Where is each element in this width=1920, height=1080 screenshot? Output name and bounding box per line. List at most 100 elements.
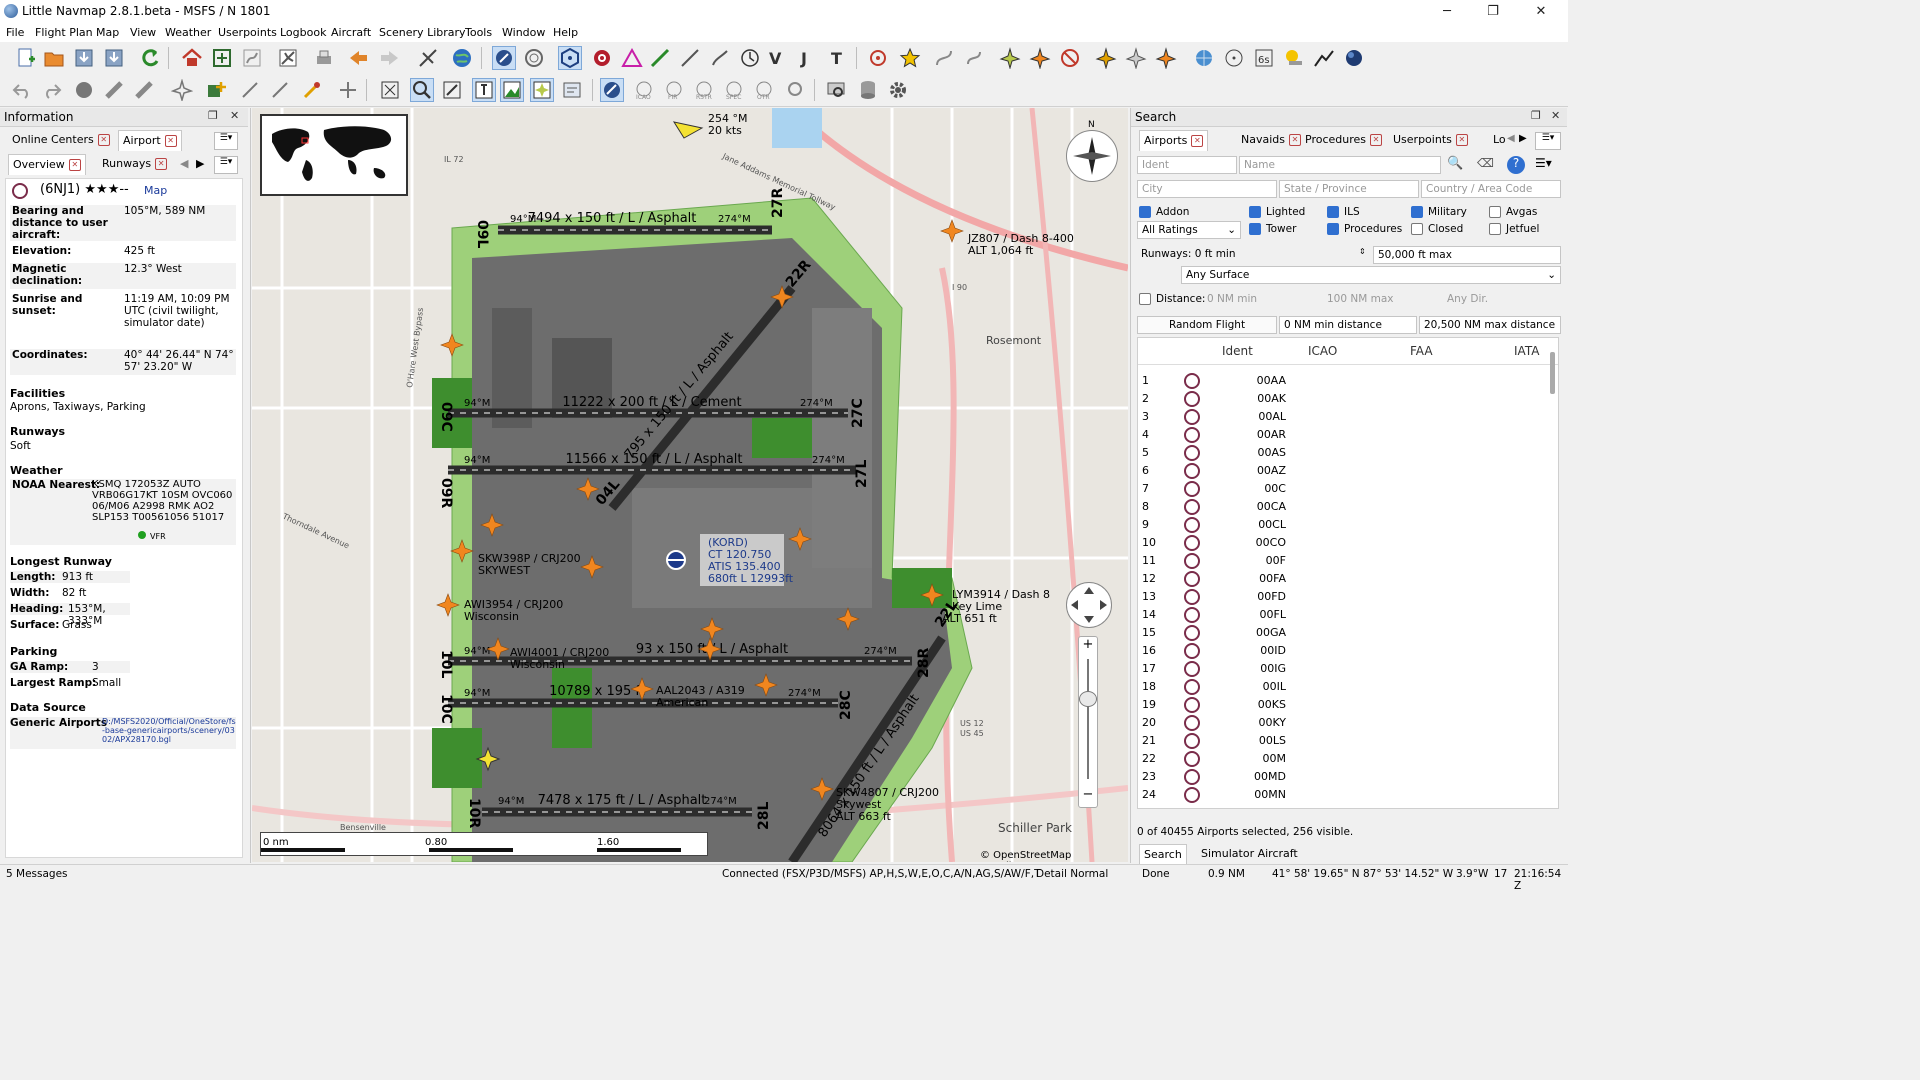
back-arrow-icon[interactable] <box>346 46 370 70</box>
menu-userpoints[interactable]: Userpoints <box>218 26 277 39</box>
online-network-icon[interactable] <box>600 78 624 102</box>
close-tab-icon[interactable]: ✕ <box>97 134 110 146</box>
print-icon[interactable] <box>312 46 336 70</box>
random-max-spinner[interactable]: 20,500 NM max distance <box>1419 316 1561 334</box>
map-view[interactable]: 7494 x 150 ft / L / Asphalt 11222 x 200 … <box>252 108 1128 862</box>
table-row[interactable]: 11 00F <box>1138 552 1558 570</box>
table-row[interactable]: 14 00FL <box>1138 606 1558 624</box>
float-dock-icon[interactable]: ❐ <box>1531 109 1541 122</box>
close-tab-icon[interactable]: ✕ <box>1370 134 1382 146</box>
menu-logbook[interactable]: Logbook <box>280 26 326 39</box>
tab-menu-icon[interactable]: ☰▾ <box>214 132 238 150</box>
j-airways-icon[interactable]: J <box>796 46 820 70</box>
surface-select[interactable]: Any Surface ⌄ <box>1181 266 1561 284</box>
table-row[interactable]: 17 00IG <box>1138 660 1558 678</box>
compass-rose-icon[interactable] <box>962 46 986 70</box>
close-tab-icon[interactable]: ✕ <box>155 158 168 170</box>
table-scrollbar[interactable] <box>1550 352 1555 394</box>
new-flightplan-icon[interactable] <box>14 46 38 70</box>
tab-runways[interactable]: Runways ✕ <box>98 154 171 174</box>
table-row[interactable]: 12 00FA <box>1138 570 1558 588</box>
user-aircraft-icon[interactable] <box>998 46 1022 70</box>
route-curve-icon[interactable] <box>932 46 956 70</box>
map-canvas[interactable]: 7494 x 150 ft / L / Asphalt 11222 x 200 … <box>252 108 1128 862</box>
info-window-icon[interactable] <box>560 78 584 102</box>
overview-map-inset[interactable] <box>260 114 408 196</box>
menu-map[interactable]: Map <box>96 26 119 39</box>
spec-icon[interactable]: SPEC <box>722 78 746 102</box>
ratings-select[interactable]: All Ratings ⌄ <box>1137 221 1241 239</box>
menu-tools[interactable]: Tools <box>465 26 492 39</box>
direction-select[interactable]: Any Dir. <box>1443 291 1561 309</box>
table-row[interactable]: 9 00CL <box>1138 516 1558 534</box>
closed-checkbox[interactable]: Closed <box>1411 223 1463 235</box>
menu-scenery-library[interactable]: Scenery Library <box>379 26 466 39</box>
grid-globe-icon[interactable] <box>1192 46 1216 70</box>
spinner-arrows-icon[interactable]: ⇕ <box>1359 247 1366 256</box>
close-tab-icon[interactable]: ✕ <box>68 159 81 171</box>
addon-checkbox[interactable]: Addon <box>1139 206 1189 218</box>
state-input[interactable]: State / Province <box>1279 180 1419 198</box>
open-folder-icon[interactable] <box>42 46 66 70</box>
close-tab-icon[interactable]: ✕ <box>1289 134 1301 146</box>
menu-view[interactable]: View <box>130 26 156 39</box>
ils-icon[interactable] <box>648 46 672 70</box>
aircraft-tool-icon[interactable] <box>170 78 194 102</box>
tower-checkbox[interactable]: Tower <box>1249 223 1296 235</box>
close-button[interactable]: ✕ <box>1518 2 1564 22</box>
tab-online-centers[interactable]: Online Centers ✕ <box>8 130 114 150</box>
route-icon[interactable] <box>240 46 264 70</box>
table-row[interactable]: 3 00AL <box>1138 408 1558 426</box>
table-row[interactable]: 4 00AR <box>1138 426 1558 444</box>
table-row[interactable]: 6 00AZ <box>1138 462 1558 480</box>
tab-search[interactable]: Search <box>1139 844 1187 865</box>
ship-icon[interactable] <box>1124 46 1148 70</box>
aircraft-center-icon[interactable] <box>276 46 300 70</box>
tab-navaids[interactable]: Navaids ✕ <box>1237 130 1305 150</box>
menu-icon[interactable]: ☰▾ <box>1535 156 1559 174</box>
table-row[interactable]: 22 00M <box>1138 750 1558 768</box>
airspace-icon[interactable] <box>866 46 890 70</box>
ident-input[interactable]: Ident <box>1137 156 1237 174</box>
reload-icon[interactable] <box>138 46 162 70</box>
menu-weather[interactable]: Weather <box>165 26 211 39</box>
menu-aircraft[interactable]: Aircraft <box>331 26 371 39</box>
scroll-right-icon[interactable]: ▶ <box>196 157 204 170</box>
online-aircraft-icon[interactable] <box>1154 46 1178 70</box>
table-row[interactable]: 7 00C <box>1138 480 1558 498</box>
table-row[interactable]: 18 00IL <box>1138 678 1558 696</box>
scroll-right-icon[interactable]: ▶ <box>1519 133 1527 144</box>
range-ring-icon[interactable] <box>1222 46 1246 70</box>
database-icon[interactable] <box>856 78 880 102</box>
close-tab-icon[interactable]: ✕ <box>1455 134 1468 146</box>
star-icon[interactable] <box>898 46 922 70</box>
route-tool-2-icon[interactable] <box>268 78 292 102</box>
lighted-checkbox[interactable]: Lighted <box>1249 206 1305 218</box>
ils-checkbox[interactable]: ILS <box>1327 206 1360 218</box>
menu-flight-plan[interactable]: Flight Plan <box>35 26 93 39</box>
random-flight-button[interactable]: Random Flight <box>1137 316 1277 334</box>
help-icon[interactable]: ? <box>1507 156 1525 174</box>
hours-icon[interactable]: 6s <box>1252 46 1276 70</box>
center-flightplan-icon[interactable] <box>210 46 234 70</box>
city-input[interactable]: City <box>1137 180 1277 198</box>
settings-gear-icon[interactable] <box>886 78 910 102</box>
waypoint-triangle-icon[interactable] <box>620 46 644 70</box>
text-label-icon[interactable] <box>472 78 496 102</box>
menu-help[interactable]: Help <box>553 26 578 39</box>
victor-airway-icon[interactable] <box>678 46 702 70</box>
save-as-icon[interactable] <box>102 46 126 70</box>
column-header-icao[interactable]: ICAO <box>1308 344 1337 358</box>
ruler-icon[interactable] <box>102 78 126 102</box>
jetfuel-checkbox[interactable]: Jetfuel <box>1489 223 1539 235</box>
table-row[interactable]: 8 00CA <box>1138 498 1558 516</box>
undo-icon[interactable] <box>10 78 34 102</box>
table-row[interactable]: 23 00MD <box>1138 768 1558 786</box>
table-row[interactable]: 21 00LS <box>1138 732 1558 750</box>
airspace-search-icon[interactable] <box>784 78 808 102</box>
close-tab-icon[interactable]: ✕ <box>164 135 177 147</box>
procedures-checkbox[interactable]: Procedures <box>1327 223 1402 235</box>
column-header-iata[interactable]: IATA <box>1514 344 1539 358</box>
sun-shading-icon[interactable] <box>1282 46 1306 70</box>
fir-icon[interactable]: FIR <box>662 78 686 102</box>
